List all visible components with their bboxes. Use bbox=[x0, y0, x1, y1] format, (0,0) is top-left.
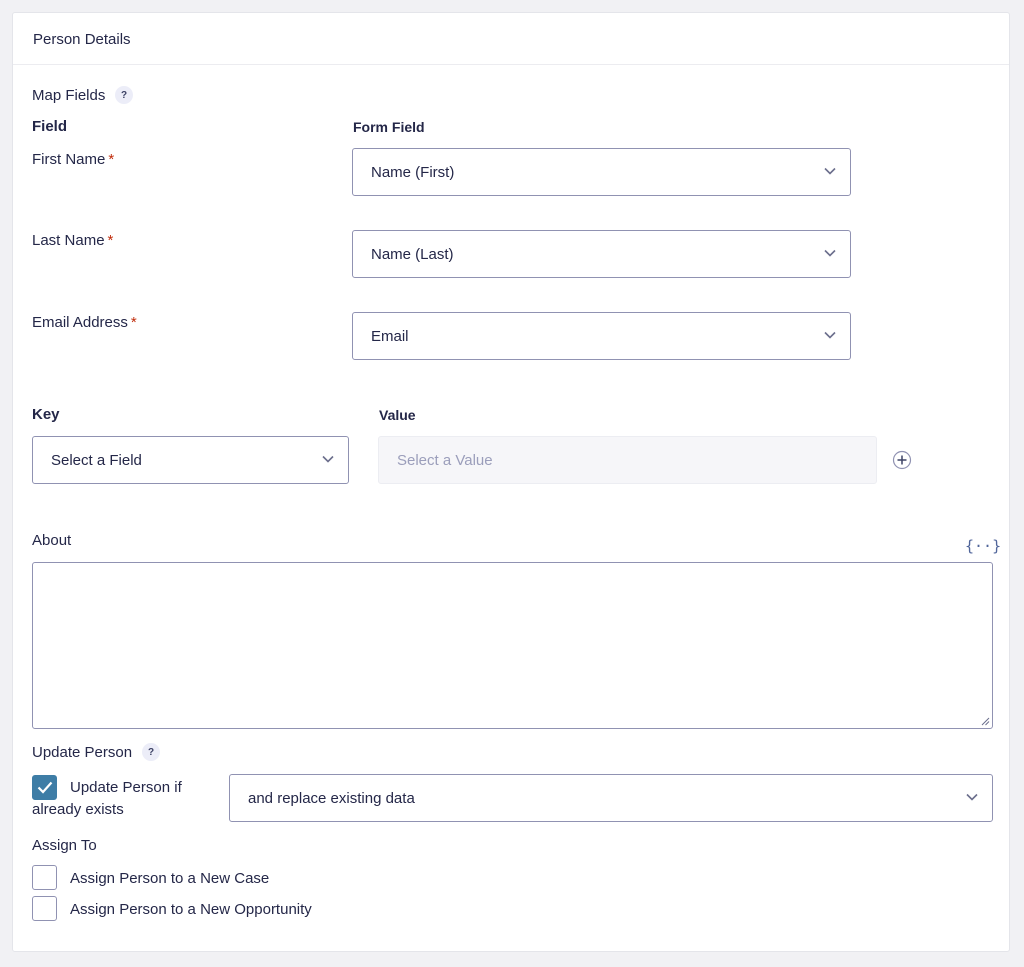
panel-title: Person Details bbox=[33, 31, 131, 48]
checkmark-icon bbox=[37, 781, 53, 794]
key-column-header: Key bbox=[32, 406, 60, 423]
first-name-select-value: Name (First) bbox=[371, 163, 455, 181]
chevron-down-icon bbox=[824, 249, 836, 257]
last-name-select-value: Name (Last) bbox=[371, 245, 454, 263]
update-mode-select-value: and replace existing data bbox=[248, 789, 415, 807]
first-name-select[interactable]: Name (First) bbox=[352, 148, 851, 196]
update-person-checkbox[interactable] bbox=[32, 775, 57, 800]
chevron-down-icon bbox=[824, 331, 836, 339]
value-column-header: Value bbox=[379, 407, 416, 423]
update-person-checkbox-label-line2[interactable]: already exists bbox=[32, 801, 124, 818]
resize-grip-icon[interactable] bbox=[980, 716, 990, 726]
assign-new-opportunity-checkbox[interactable] bbox=[32, 896, 57, 921]
chevron-down-icon bbox=[966, 793, 978, 801]
email-select[interactable]: Email bbox=[352, 312, 851, 360]
assign-new-case-label[interactable]: Assign Person to a New Case bbox=[70, 870, 269, 887]
update-person-help-icon[interactable]: ? bbox=[142, 743, 160, 761]
panel-header: Person Details bbox=[13, 13, 1009, 65]
assign-new-opportunity-label[interactable]: Assign Person to a New Opportunity bbox=[70, 901, 312, 918]
last-name-label: Last Name * bbox=[32, 232, 114, 249]
merge-tag-icon[interactable]: {··} bbox=[965, 537, 1001, 555]
assign-to-label: Assign To bbox=[32, 837, 97, 854]
value-select-placeholder: Select a Value bbox=[397, 451, 493, 469]
update-person-checkbox-label-line1[interactable]: Update Person if bbox=[70, 779, 182, 796]
value-select[interactable]: Select a Value bbox=[378, 436, 877, 484]
assign-new-case-checkbox[interactable] bbox=[32, 865, 57, 890]
chevron-down-icon bbox=[824, 167, 836, 175]
key-select[interactable]: Select a Field bbox=[32, 436, 349, 484]
email-select-value: Email bbox=[371, 327, 409, 345]
form-field-column-header: Form Field bbox=[353, 119, 425, 135]
chevron-down-icon bbox=[322, 455, 334, 463]
email-address-label: Email Address * bbox=[32, 314, 137, 331]
update-person-label: Update Person bbox=[32, 744, 133, 761]
map-fields-help-icon[interactable]: ? bbox=[115, 86, 133, 104]
field-column-header: Field bbox=[32, 118, 68, 135]
first-name-label: First Name * bbox=[32, 151, 115, 168]
about-label: About bbox=[32, 532, 72, 549]
last-name-select[interactable]: Name (Last) bbox=[352, 230, 851, 278]
add-row-plus-icon[interactable] bbox=[892, 450, 912, 470]
person-details-panel: Person Details Map Fields ? Field Form F… bbox=[12, 12, 1010, 952]
update-mode-select[interactable]: and replace existing data bbox=[229, 774, 993, 822]
key-select-value: Select a Field bbox=[51, 451, 142, 469]
map-fields-label: Map Fields bbox=[32, 87, 106, 104]
about-textarea[interactable] bbox=[32, 562, 993, 729]
